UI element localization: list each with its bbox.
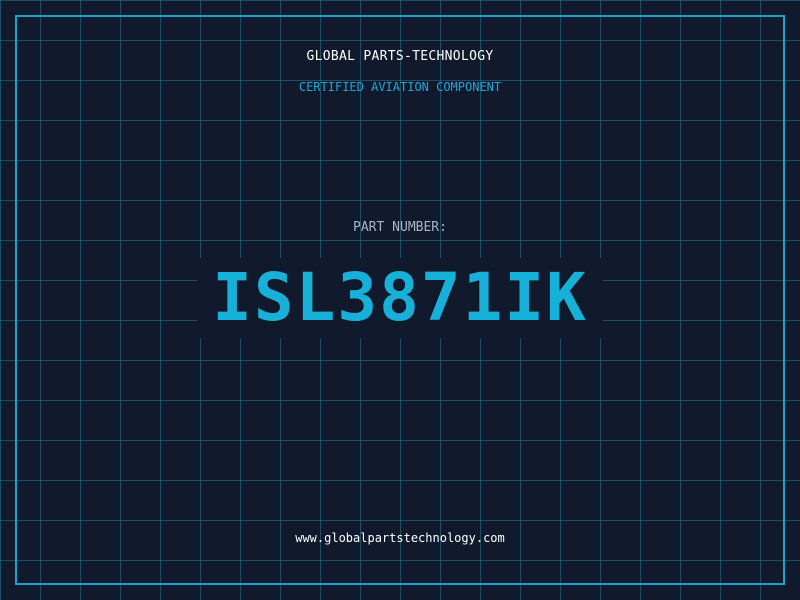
company-name: GLOBAL PARTS-TECHNOLOGY: [306, 49, 494, 64]
part-number-value: ISL3871IK: [197, 258, 603, 338]
certification-subtitle: CERTIFIED AVIATION COMPONENT: [298, 80, 502, 94]
website-url: www.globalpartstechnology.com: [295, 531, 505, 545]
part-number-label: PART NUMBER:: [353, 220, 447, 235]
